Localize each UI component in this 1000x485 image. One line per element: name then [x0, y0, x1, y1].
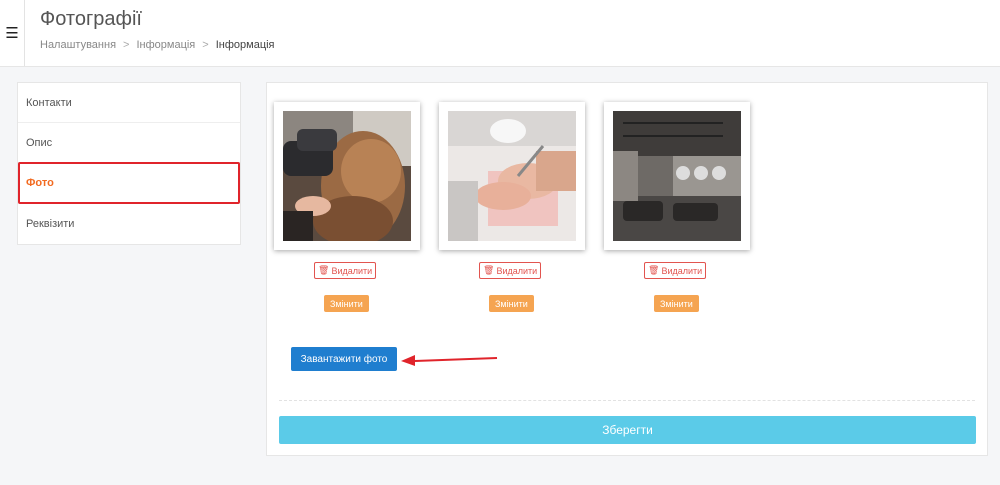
delete-button-label: Видалити [661, 265, 703, 276]
save-button[interactable]: Зберегти [279, 416, 976, 444]
sidebar-item-contacts[interactable]: Контакти [18, 83, 240, 123]
annotation-arrow-icon [401, 355, 498, 366]
divider [279, 400, 975, 401]
sidebar-menu: Контакти Опис Фото Реквізити [17, 82, 241, 245]
top-bar: ☰ Фотографії Налаштування > Інформація >… [0, 0, 1000, 67]
upload-photo-button[interactable]: Завантажити фото [291, 347, 397, 371]
photo-card [604, 102, 750, 250]
breadcrumb-current: Інформація [215, 39, 275, 51]
breadcrumb-separator: > [202, 39, 209, 51]
change-button[interactable]: Змінити [654, 295, 699, 312]
trash-icon: 🗑 [648, 265, 660, 275]
photo-card [439, 102, 585, 250]
sidebar-item-description[interactable]: Опис [18, 123, 240, 163]
delete-button-label: Видалити [496, 265, 538, 276]
delete-button[interactable]: 🗑 Видалити [644, 262, 707, 279]
hamburger-icon[interactable]: ☰ [0, 0, 25, 66]
change-button[interactable]: Змінити [324, 295, 369, 312]
page-title: Фотографії [40, 8, 142, 30]
photo-thumbnail-hair[interactable] [283, 111, 411, 241]
photo-thumbnail-interior[interactable] [613, 111, 741, 241]
sidebar-item-requisites[interactable]: Реквізити [18, 204, 240, 244]
breadcrumb-info[interactable]: Інформація [136, 39, 195, 51]
breadcrumb-separator: > [123, 39, 130, 51]
change-button[interactable]: Змінити [489, 295, 534, 312]
delete-button-label: Видалити [331, 265, 373, 276]
trash-icon: 🗑 [483, 265, 495, 275]
sidebar-item-photo[interactable]: Фото [18, 162, 240, 204]
photos-panel: 🗑 Видалити Змінити 🗑 Видалити Змінити 🗑 … [266, 82, 988, 456]
trash-icon: 🗑 [318, 265, 330, 275]
breadcrumb: Налаштування > Інформація > Інформація [40, 39, 275, 51]
breadcrumb-settings[interactable]: Налаштування [40, 39, 116, 51]
delete-button[interactable]: 🗑 Видалити [479, 262, 542, 279]
photo-thumbnail-manicure[interactable] [448, 111, 576, 241]
photo-card [274, 102, 420, 250]
delete-button[interactable]: 🗑 Видалити [314, 262, 377, 279]
